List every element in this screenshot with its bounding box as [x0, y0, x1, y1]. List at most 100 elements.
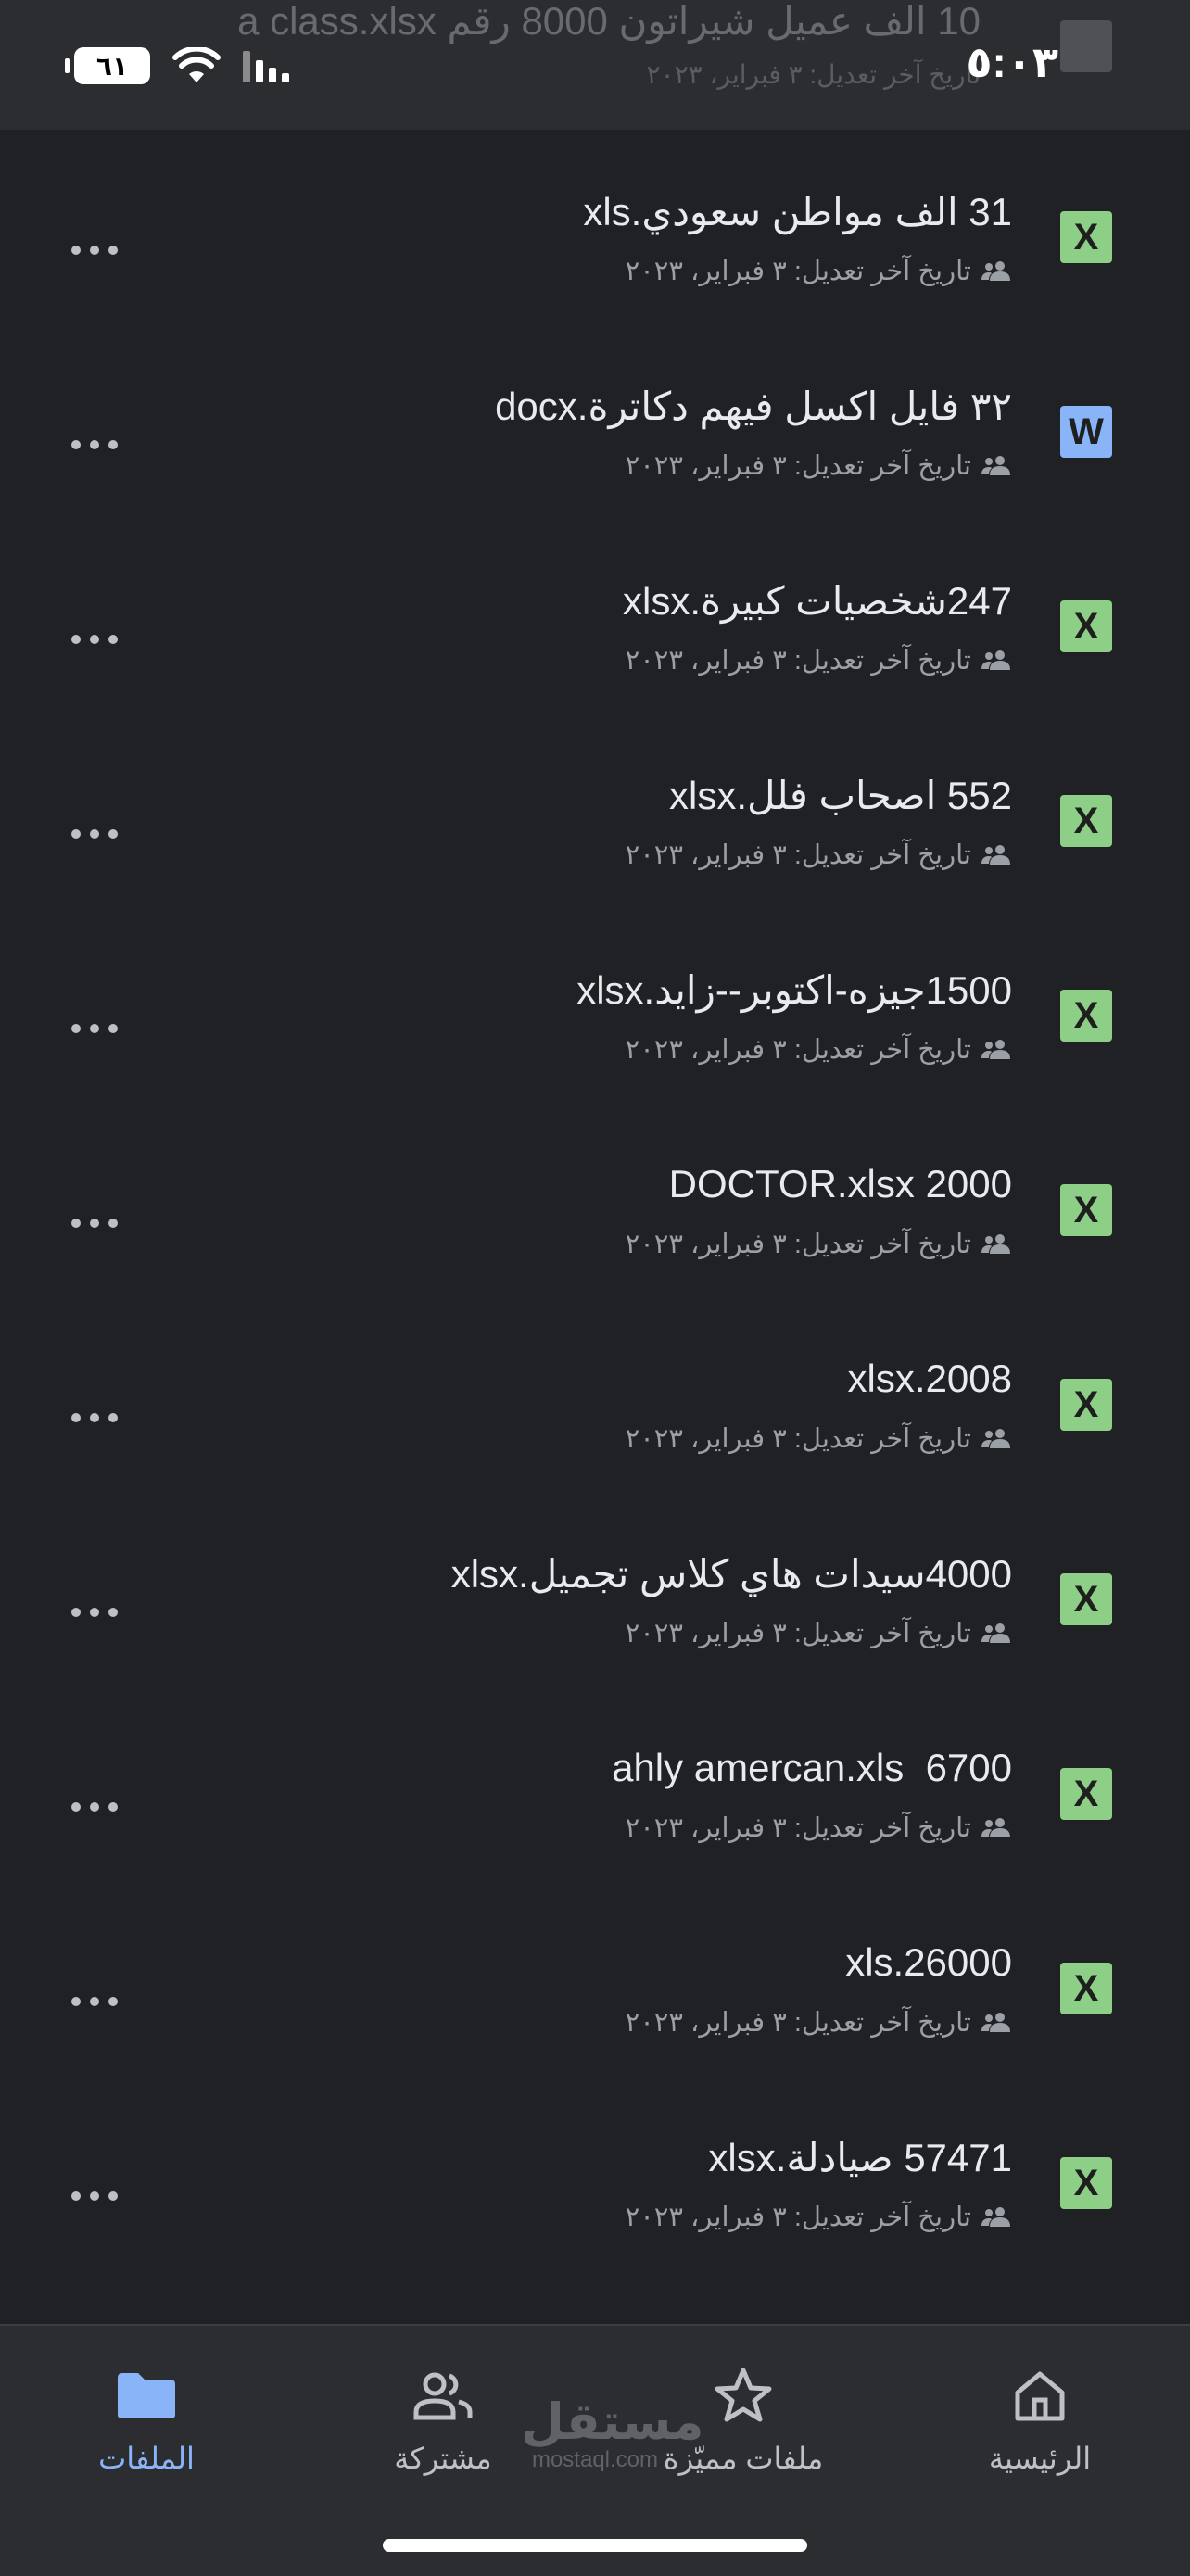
watermark-latin: mostaql.com	[531, 2447, 659, 2472]
excel-icon: X	[1060, 1768, 1112, 1820]
file-modified-date: تاريخ آخر تعديل: ٣ فبراير، ٢٠٢٣	[625, 1034, 971, 1065]
more-options-button[interactable]	[65, 2166, 124, 2226]
excel-icon: X	[1060, 1963, 1112, 2014]
file-type-letter: X	[1073, 1773, 1099, 1814]
file-type-letter: X	[1073, 1383, 1099, 1425]
signal-icon	[243, 51, 289, 82]
excel-icon: X	[1060, 990, 1112, 1042]
file-row[interactable]: X 57471 صيادلة.xlsx تاريخ آخر تعديل: ٣ ف…	[0, 2076, 1190, 2270]
more-options-button[interactable]	[65, 221, 124, 280]
file-meta: تاريخ آخر تعديل: ٣ فبراير، ٢٠٢٣	[626, 1811, 1012, 1844]
more-horizontal-icon	[71, 2191, 118, 2201]
more-options-button[interactable]	[65, 999, 124, 1058]
more-horizontal-icon	[71, 1413, 118, 1422]
home-icon	[1015, 2371, 1065, 2421]
file-title: 247شخصيات كبيرة.xlsx	[622, 579, 1012, 623]
shared-people-icon	[981, 2207, 1010, 2227]
more-horizontal-icon	[71, 635, 118, 644]
home-indicator[interactable]	[383, 2539, 807, 2552]
more-horizontal-icon	[71, 829, 118, 839]
file-row[interactable]: W ٣٢ فايل اكسل فيهم دكاترة.docx تاريخ آخ…	[0, 324, 1190, 519]
file-modified-date: تاريخ آخر تعديل: ٣ فبراير، ٢٠٢٣	[625, 2202, 971, 2232]
people-icon	[413, 2372, 473, 2420]
folder-icon	[118, 2373, 175, 2418]
nav-files[interactable]: الملفات	[26, 2363, 267, 2493]
excel-icon: X	[1060, 600, 1112, 652]
file-row[interactable]: X 31 الف مواطن سعودي.xls تاريخ آخر تعديل…	[0, 130, 1190, 324]
file-meta: تاريخ آخر تعديل: ٣ فبراير، ٢٠٢٣	[626, 1227, 1012, 1260]
file-title: 1500جيزه-اكتوبر--زايد.xlsx	[576, 968, 1012, 1012]
file-type-letter: X	[1073, 1189, 1099, 1231]
more-horizontal-icon	[71, 440, 118, 449]
file-title: 26000.xls	[845, 1940, 1012, 1984]
file-row[interactable]: X 552 اصحاب فلل.xlsx تاريخ آخر تعديل: ٣ …	[0, 713, 1190, 908]
excel-icon: X	[1060, 1573, 1112, 1625]
shared-people-icon	[981, 1040, 1010, 1059]
scrolled-file-subtitle: تاريخ آخر تعديل: ٣ فبراير، ٢٠٢٣	[646, 60, 981, 89]
file-type-letter: X	[1073, 800, 1099, 841]
more-horizontal-icon	[71, 1608, 118, 1617]
more-options-button[interactable]	[65, 804, 124, 864]
file-row[interactable]: X 2000 DOCTOR.xlsx تاريخ آخر تعديل: ٣ فب…	[0, 1103, 1190, 1297]
file-row[interactable]: X 247شخصيات كبيرة.xlsx تاريخ آخر تعديل: …	[0, 519, 1190, 713]
file-modified-date: تاريخ آخر تعديل: ٣ فبراير، ٢٠٢٣	[625, 840, 971, 870]
file-modified-date: تاريخ آخر تعديل: ٣ فبراير، ٢٠٢٣	[625, 2007, 971, 2038]
file-type-letter: X	[1073, 216, 1099, 258]
file-modified-date: تاريخ آخر تعديل: ٣ فبراير، ٢٠٢٣	[625, 450, 971, 481]
watermark-arabic: مستقل	[521, 2394, 704, 2450]
file-meta: تاريخ آخر تعديل: ٣ فبراير، ٢٠٢٣	[626, 1616, 1012, 1649]
more-options-button[interactable]	[65, 1193, 124, 1253]
file-meta: تاريخ آخر تعديل: ٣ فبراير، ٢٠٢٣	[626, 254, 1012, 287]
file-type-letter: X	[1073, 994, 1099, 1036]
file-meta: تاريخ آخر تعديل: ٣ فبراير، ٢٠٢٣	[626, 643, 1012, 676]
more-horizontal-icon	[71, 246, 118, 255]
more-horizontal-icon	[71, 1024, 118, 1033]
excel-icon: X	[1060, 1184, 1112, 1236]
file-type-letter: X	[1073, 2162, 1099, 2203]
file-meta: تاريخ آخر تعديل: ٣ فبراير، ٢٠٢٣	[626, 838, 1012, 871]
file-modified-date: تاريخ آخر تعديل: ٣ فبراير، ٢٠٢٣	[625, 1229, 971, 1259]
word-icon: W	[1060, 406, 1112, 458]
more-horizontal-icon	[71, 1997, 118, 2006]
excel-icon: X	[1060, 211, 1112, 263]
file-row[interactable]: X 2008.xlsx تاريخ آخر تعديل: ٣ فبراير، ٢…	[0, 1297, 1190, 1492]
file-title: 2000 DOCTOR.xlsx	[668, 1162, 1012, 1206]
nav-files-label: الملفات	[98, 2442, 195, 2475]
file-row[interactable]: X 4000سيدات هاي كلاس تجميل.xlsx تاريخ آخ…	[0, 1492, 1190, 1686]
shared-people-icon	[981, 845, 1010, 865]
more-options-button[interactable]	[65, 1777, 124, 1837]
more-options-button[interactable]	[65, 1388, 124, 1447]
file-type-letter: X	[1073, 1967, 1099, 2009]
watermark-logo: مستقل mostaql.com	[521, 2394, 704, 2472]
nav-home-label: الرئيسية	[988, 2442, 1092, 2475]
file-type-letter: X	[1073, 1578, 1099, 1620]
more-options-button[interactable]	[65, 1583, 124, 1642]
file-meta: تاريخ آخر تعديل: ٣ فبراير، ٢٠٢٣	[626, 2005, 1012, 2039]
wifi-icon	[172, 47, 221, 82]
battery-icon: ٦١	[65, 47, 150, 84]
file-type-letter: X	[1073, 605, 1099, 647]
shared-people-icon	[981, 1234, 1010, 1254]
status-bar: 10 الف عميل شيراتون 8000 رقم a class.xls…	[0, 0, 1190, 130]
shared-people-icon	[981, 1623, 1010, 1643]
file-row[interactable]: X 6700 ahly amercan.xls تاريخ آخر تعديل:…	[0, 1686, 1190, 1881]
excel-icon: X	[1060, 795, 1112, 847]
shared-people-icon	[981, 1818, 1010, 1837]
shared-people-icon	[981, 261, 1010, 281]
file-title: 4000سيدات هاي كلاس تجميل.xlsx	[450, 1552, 1012, 1596]
file-row[interactable]: X 26000.xls تاريخ آخر تعديل: ٣ فبراير، ٢…	[0, 1881, 1190, 2076]
file-meta: تاريخ آخر تعديل: ٣ فبراير، ٢٠٢٣	[626, 448, 1012, 482]
file-modified-date: تاريخ آخر تعديل: ٣ فبراير، ٢٠٢٣	[625, 1423, 971, 1454]
file-meta: تاريخ آخر تعديل: ٣ فبراير، ٢٠٢٣	[626, 1421, 1012, 1455]
file-modified-date: تاريخ آخر تعديل: ٣ فبراير، ٢٠٢٣	[625, 645, 971, 676]
status-icons: ٦١	[65, 43, 297, 89]
shared-people-icon	[981, 650, 1010, 670]
file-row[interactable]: X 1500جيزه-اكتوبر--زايد.xlsx تاريخ آخر ت…	[0, 908, 1190, 1103]
more-options-button[interactable]	[65, 415, 124, 474]
more-options-button[interactable]	[65, 1972, 124, 2031]
more-horizontal-icon	[71, 1802, 118, 1812]
more-options-button[interactable]	[65, 610, 124, 669]
nav-home[interactable]: الرئيسية	[919, 2363, 1160, 2493]
file-type-letter: W	[1069, 410, 1104, 452]
status-time: ٥:٠٣	[966, 38, 1058, 86]
